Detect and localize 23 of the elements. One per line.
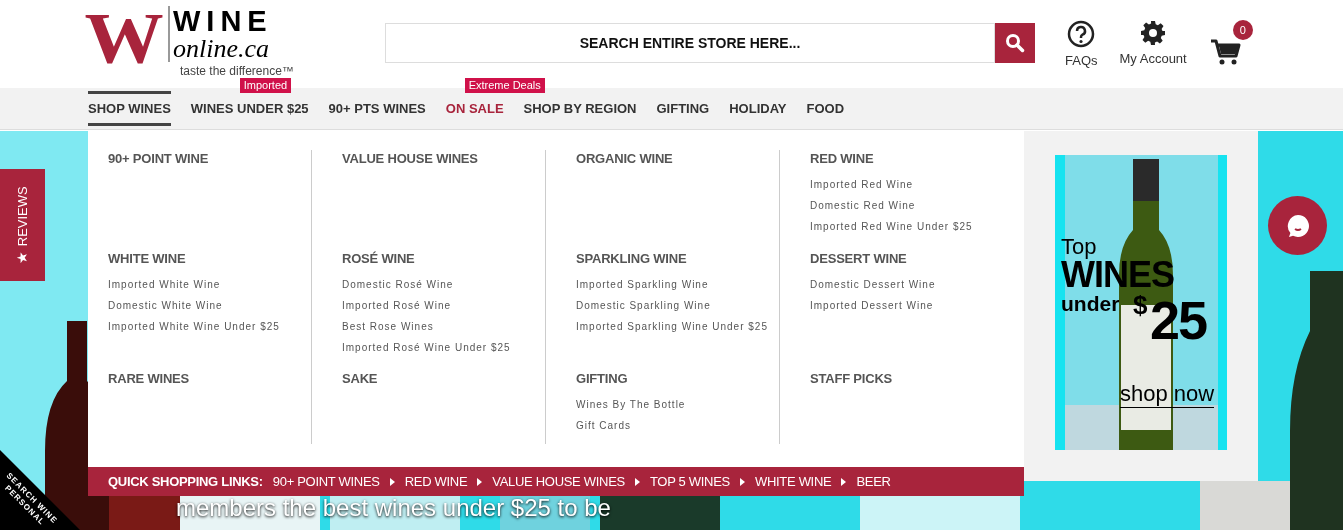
nav-tab[interactable]: SHOP BY REGION [523, 90, 637, 127]
logo-mark: W [84, 6, 160, 70]
nav-badge: Extreme Deals [464, 77, 545, 93]
logo-wordmark: WINE [173, 6, 273, 36]
nav-tab[interactable]: WINES UNDER $25 [190, 90, 309, 127]
search-button[interactable] [995, 23, 1035, 63]
nav-tab[interactable]: HOLIDAY [729, 90, 787, 127]
logo-domain: online.ca [173, 36, 271, 62]
search-field[interactable]: SEARCH ENTIRE STORE HERE... [385, 23, 995, 63]
cart-icon [1209, 38, 1242, 66]
cart-count: 0 [1232, 20, 1253, 40]
logo-tagline: taste the difference™ [180, 63, 294, 80]
nav-tab[interactable]: ON SALE [445, 90, 504, 127]
nav-tab[interactable]: SHOP WINES [88, 90, 171, 127]
gear-icon [1140, 20, 1167, 46]
help-icon [1067, 20, 1096, 48]
nav-tab[interactable]: 90+ PTS WINES [328, 90, 426, 127]
account-link[interactable]: My Account [1119, 20, 1187, 69]
search-icon [1005, 33, 1025, 53]
nav-tab[interactable]: GIFTING [656, 90, 710, 127]
faqs-link[interactable]: FAQs [1065, 20, 1098, 71]
nav-tab[interactable]: FOOD [806, 90, 845, 127]
nav-badge: Imported [239, 77, 292, 93]
